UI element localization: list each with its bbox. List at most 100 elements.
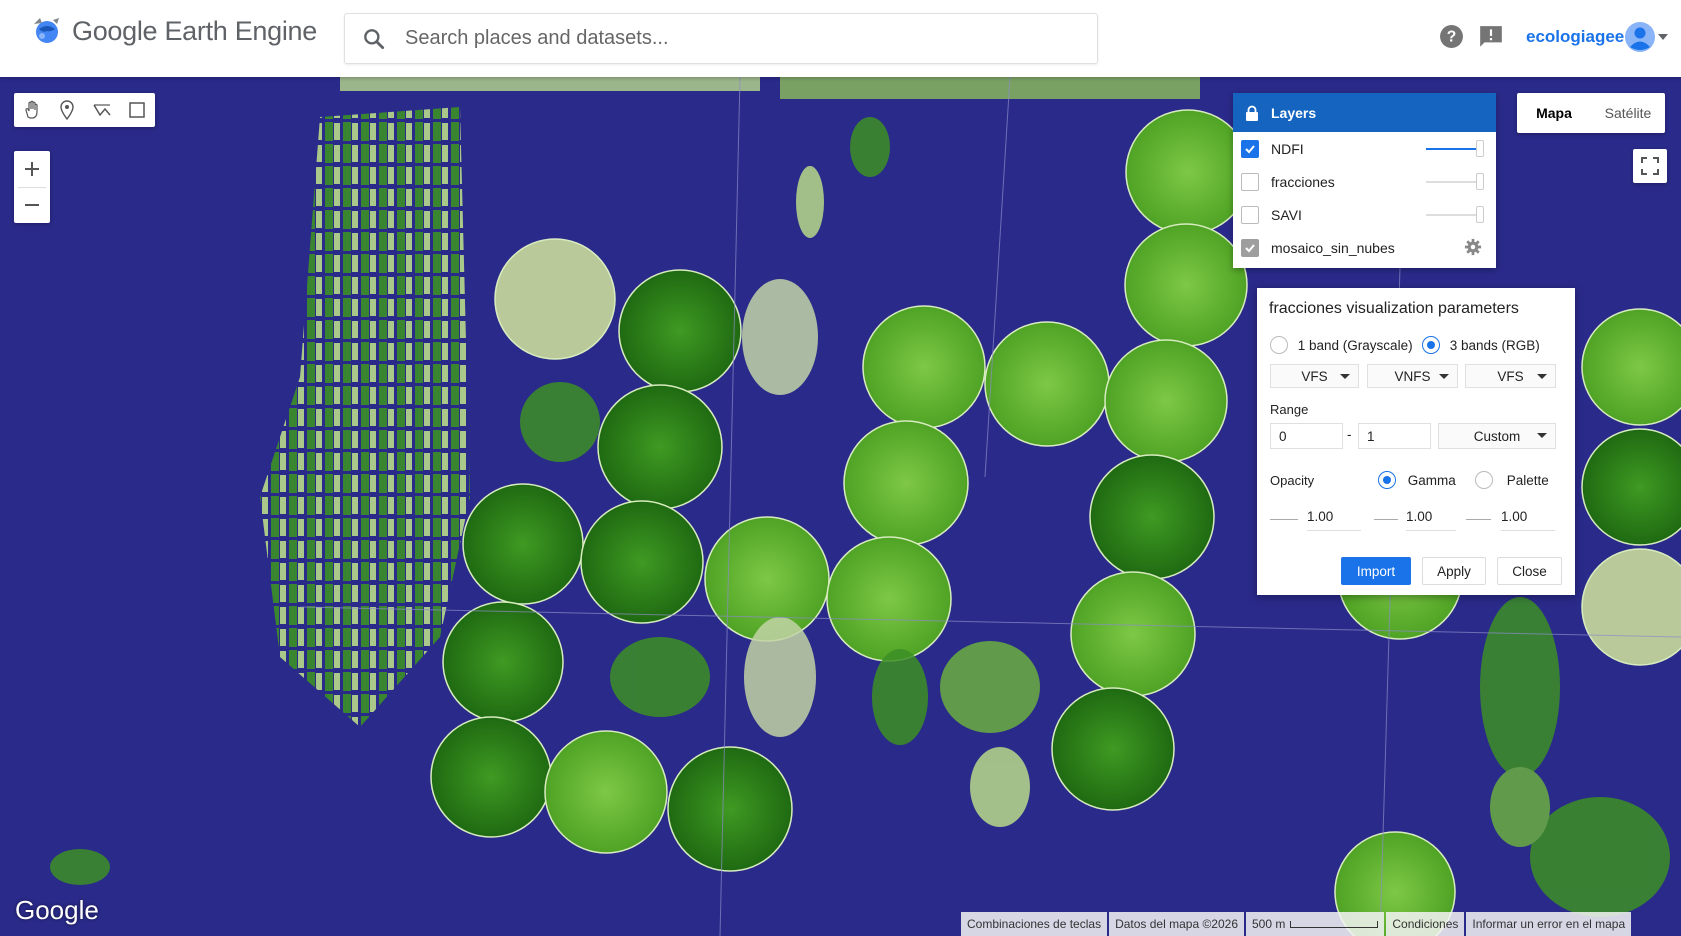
palette-radio[interactable]: [1475, 471, 1493, 489]
layer-name-savi: SAVI: [1271, 206, 1302, 223]
range-label: Range: [1270, 402, 1309, 417]
scale-control[interactable]: 500 m: [1246, 912, 1385, 936]
zoom-in-button[interactable]: [14, 151, 50, 187]
slider-knob[interactable]: [1476, 140, 1484, 157]
apply-button[interactable]: Apply: [1422, 557, 1486, 585]
marker-icon: [60, 100, 74, 120]
band-select-red[interactable]: VFS: [1270, 364, 1359, 388]
account-caret-icon[interactable]: [1658, 34, 1668, 40]
range-max-input[interactable]: 1: [1358, 423, 1431, 449]
gamma-option[interactable]: Gamma: [1378, 471, 1456, 489]
map-type-toggle: Mapa Satélite: [1517, 93, 1665, 133]
band-mode-1-radio[interactable]: [1270, 336, 1288, 354]
line-tool[interactable]: [90, 98, 114, 122]
layer-checkbox-ndfi[interactable]: [1241, 139, 1259, 158]
account-avatar-icon[interactable]: [1624, 21, 1656, 53]
check-icon: [1245, 144, 1255, 153]
layer-checkbox-savi[interactable]: [1241, 205, 1259, 224]
layer-row-savi: SAVI: [1233, 198, 1496, 231]
slider-knob[interactable]: [1476, 206, 1484, 223]
band-mode-3-option[interactable]: 3 bands (RGB): [1422, 336, 1540, 354]
gear-icon[interactable]: [1464, 238, 1482, 256]
app-logo[interactable]: Google Earth Engine: [30, 14, 317, 48]
band-select-blue-value: VFS: [1497, 368, 1524, 384]
rectangle-tool[interactable]: [125, 98, 149, 122]
chevron-down-icon: [1537, 433, 1547, 438]
layers-panel: Layers NDFI fracciones SAVI mosaico_sin_…: [1233, 93, 1496, 268]
opacity-value[interactable]: 1.00: [1307, 509, 1361, 531]
close-button[interactable]: Close: [1497, 557, 1562, 585]
app-title: Google Earth Engine: [72, 15, 317, 46]
google-watermark: Google: [15, 895, 99, 925]
slider-knob[interactable]: [1476, 173, 1484, 190]
layers-title: Layers: [1271, 104, 1317, 121]
gamma-value-1[interactable]: 1.00: [1406, 509, 1456, 531]
account-username[interactable]: ecologiagee: [1526, 27, 1624, 47]
range-separator: -: [1347, 427, 1352, 442]
pan-tool[interactable]: [20, 98, 44, 122]
palette-label: Palette: [1506, 472, 1549, 488]
chevron-down-icon: [1340, 374, 1350, 379]
band-mode-1-option[interactable]: 1 band (Grayscale): [1270, 336, 1413, 354]
visualization-params-panel: fracciones visualization parameters 1 ba…: [1257, 288, 1575, 595]
keyboard-shortcuts-link[interactable]: Combinaciones de teclas: [961, 912, 1108, 936]
point-tool[interactable]: [55, 98, 79, 122]
gamma-slider-2[interactable]: [1466, 519, 1491, 520]
search-box[interactable]: [344, 13, 1098, 64]
terms-link[interactable]: Condiciones: [1386, 912, 1465, 936]
layers-header[interactable]: Layers: [1233, 93, 1496, 132]
drawing-tools: [14, 93, 155, 127]
zoom-out-button[interactable]: [14, 187, 50, 223]
layer-opacity-slider-fracciones[interactable]: [1426, 173, 1484, 190]
map-data-text: Datos del mapa ©2026: [1109, 912, 1244, 936]
minus-icon: [25, 204, 39, 206]
report-error-link[interactable]: Informar un error en el mapa: [1466, 912, 1632, 936]
layer-opacity-slider-savi[interactable]: [1426, 206, 1484, 223]
import-button[interactable]: Import: [1341, 557, 1411, 585]
gamma-value-2[interactable]: 1.00: [1501, 509, 1555, 531]
chevron-down-icon: [1537, 374, 1547, 379]
gamma-radio[interactable]: [1378, 471, 1396, 489]
band-select-green[interactable]: VNFS: [1367, 364, 1458, 388]
check-icon: [1245, 243, 1255, 252]
band-mode-3-label: 3 bands (RGB): [1449, 337, 1540, 353]
svg-text:?: ?: [1447, 29, 1457, 46]
layer-opacity-slider-ndfi[interactable]: [1426, 140, 1484, 157]
band-select-blue[interactable]: VFS: [1465, 364, 1556, 388]
opacity-slider[interactable]: [1270, 519, 1298, 520]
layer-row-ndfi: NDFI: [1233, 132, 1496, 165]
app-header: Google Earth Engine ? ecologiagee: [0, 0, 1681, 77]
layer-name-ndfi: NDFI: [1271, 140, 1304, 157]
viz-panel-title: fracciones visualization parameters: [1269, 300, 1519, 317]
fullscreen-button[interactable]: [1633, 149, 1667, 183]
map-type-satellite[interactable]: Satélite: [1591, 93, 1665, 133]
range-mode-value: Custom: [1473, 428, 1521, 444]
layer-row-mosaico: mosaico_sin_nubes: [1233, 231, 1496, 264]
search-input[interactable]: [403, 26, 1047, 51]
range-min-input[interactable]: 0: [1270, 423, 1343, 449]
gamma-slider-1[interactable]: [1374, 519, 1398, 520]
palette-option[interactable]: Palette: [1475, 471, 1549, 489]
gee-logo-icon: [34, 18, 59, 43]
layer-name-fracciones: fracciones: [1271, 173, 1335, 190]
feedback-icon[interactable]: [1478, 24, 1504, 50]
layer-row-fracciones: fracciones: [1233, 165, 1496, 198]
gamma-label: Gamma: [1407, 472, 1456, 488]
map-type-mapa[interactable]: Mapa: [1517, 93, 1591, 133]
hand-icon: [25, 100, 38, 119]
plus-icon: [25, 162, 39, 176]
layer-checkbox-mosaico[interactable]: [1241, 238, 1259, 257]
layer-checkbox-fracciones[interactable]: [1241, 172, 1259, 191]
help-icon[interactable]: ?: [1439, 24, 1464, 49]
zoom-controls: [14, 151, 50, 223]
band-mode-1-label: 1 band (Grayscale): [1297, 337, 1413, 353]
band-select-green-value: VNFS: [1394, 368, 1431, 384]
lock-icon[interactable]: [1245, 105, 1259, 121]
map-attribution-bar: Combinaciones de teclas Datos del mapa ©…: [959, 912, 1632, 936]
polyline-icon: [93, 104, 111, 117]
search-icon: [364, 28, 385, 49]
layer-name-mosaico: mosaico_sin_nubes: [1271, 239, 1395, 256]
band-mode-3-radio[interactable]: [1422, 336, 1440, 354]
range-mode-select[interactable]: Custom: [1438, 423, 1556, 449]
fullscreen-icon: [1641, 157, 1659, 175]
